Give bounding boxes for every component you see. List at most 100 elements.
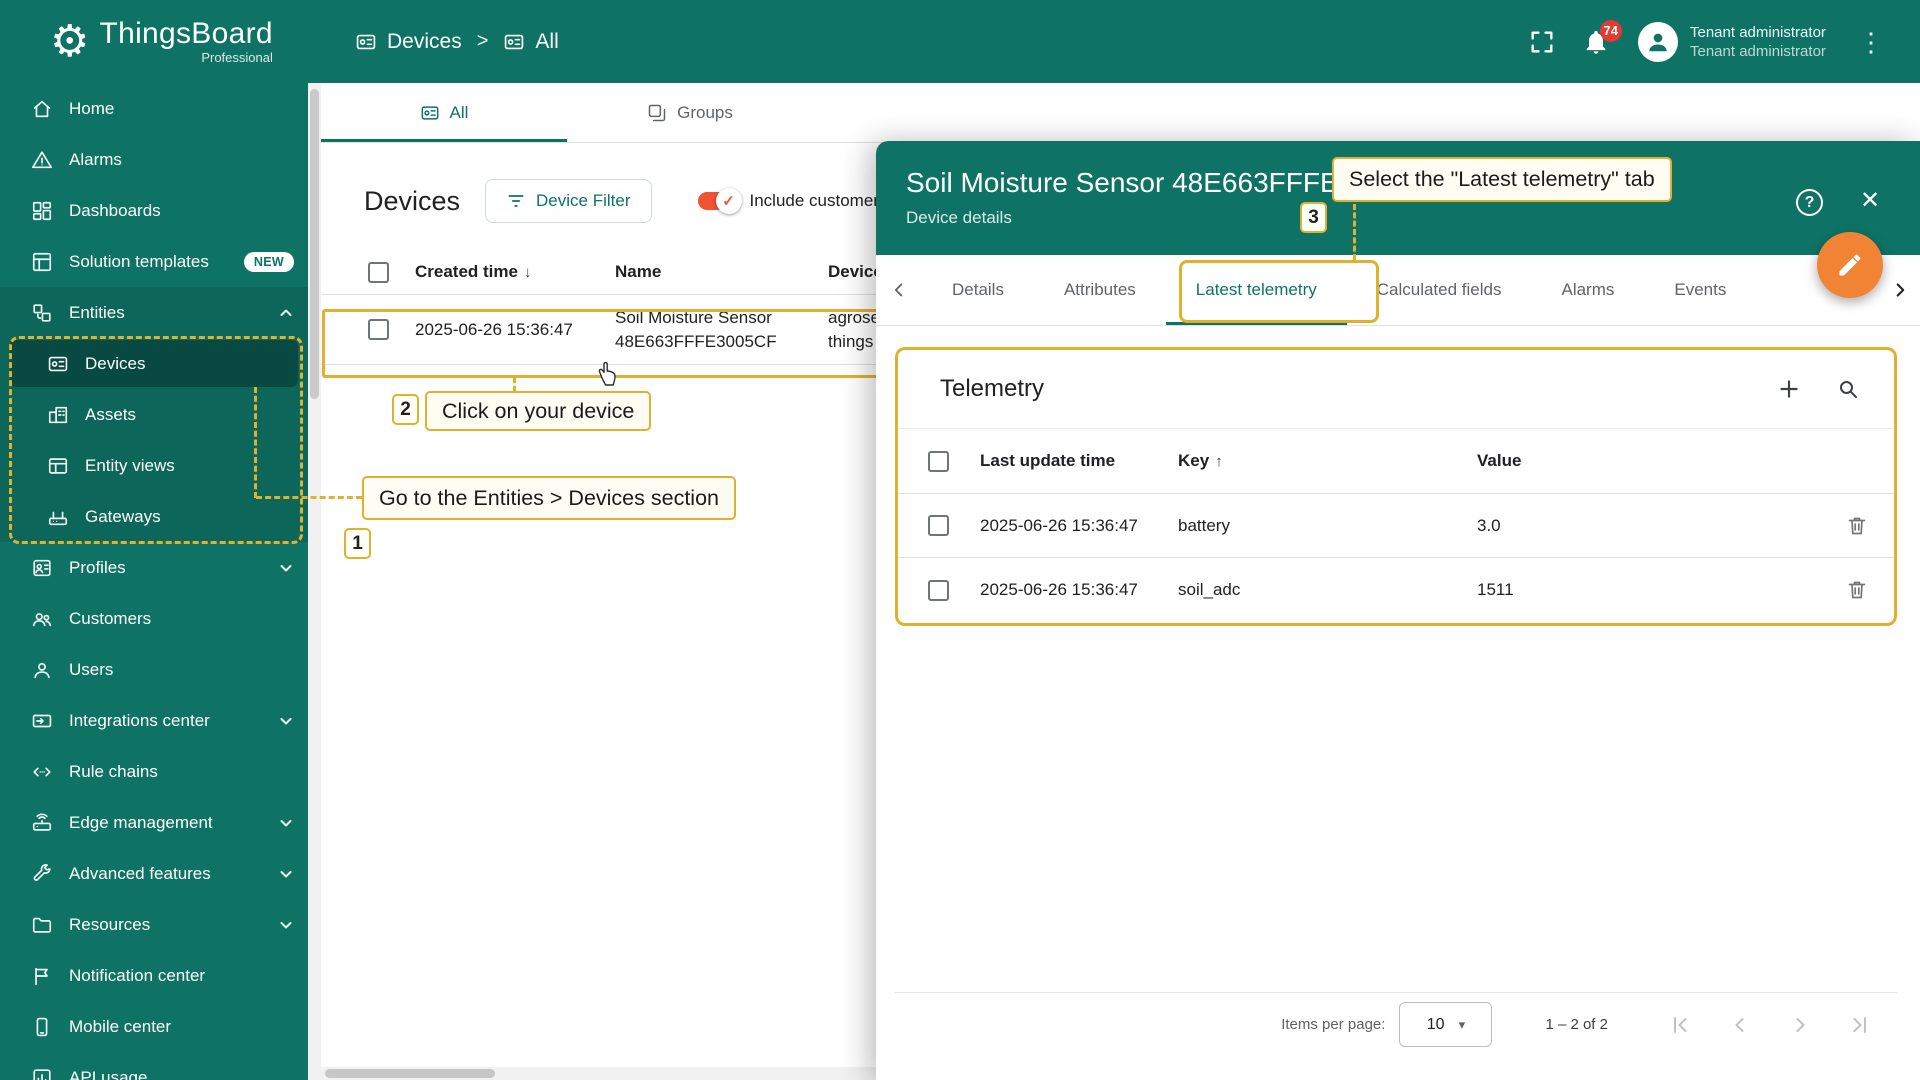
annotation-step-label: Go to the Entities > Devices section	[362, 476, 736, 520]
app-logo[interactable]: ⚙ ThingsBoard Professional	[0, 18, 308, 65]
sidebar-label: Entity views	[85, 455, 175, 475]
sidebar-item-rule-chains[interactable]: Rule chains	[0, 746, 308, 797]
chevron-right-icon	[1896, 283, 1905, 297]
entity-views-icon	[46, 454, 70, 478]
row-checkbox[interactable]	[368, 319, 389, 340]
horizontal-scrollbar[interactable]	[321, 1067, 876, 1080]
pencil-icon	[1839, 254, 1861, 276]
device-filter-button[interactable]: Device Filter	[485, 179, 652, 223]
items-per-page-label: Items per page:	[1281, 1016, 1386, 1033]
sidebar-item-alarms[interactable]: Alarms	[0, 134, 308, 185]
tab-groups-label: Groups	[677, 102, 733, 122]
notifications-button[interactable]: 74	[1582, 19, 1622, 56]
sidebar-item-home[interactable]: Home	[0, 83, 308, 134]
last-page-button[interactable]	[1848, 1013, 1872, 1037]
tab-latest-telemetry[interactable]: Latest telemetry	[1165, 255, 1347, 325]
sidebar-item-solution-templates[interactable]: Solution templates NEW	[0, 236, 308, 287]
add-telemetry-button[interactable]	[1776, 376, 1802, 402]
column-key[interactable]: Key ↑	[1178, 451, 1477, 471]
previous-page-button[interactable]	[1728, 1013, 1752, 1037]
edge-management-icon	[30, 811, 54, 835]
cell-value: 1511	[1477, 580, 1514, 599]
scrollbar-thumb[interactable]	[310, 89, 319, 399]
breadcrumb: Devices > All	[355, 30, 559, 54]
kebab-menu-icon[interactable]: ⋮	[1858, 29, 1884, 55]
customers-icon	[30, 607, 54, 631]
fullscreen-button[interactable]	[1528, 28, 1556, 56]
search-telemetry-button[interactable]	[1836, 377, 1860, 401]
sidebar-item-entities[interactable]: Entities	[0, 287, 308, 338]
cell-value: 3.0	[1477, 515, 1501, 535]
sidebar-label: Assets	[85, 404, 137, 424]
annotation-step-label: Select the "Latest telemetry" tab	[1332, 157, 1672, 202]
sidebar-group-entities: Entities Devices Assets Entity views Gat…	[0, 287, 308, 542]
column-last-update-time[interactable]: Last update time	[980, 451, 1178, 471]
warning-icon	[30, 148, 54, 172]
tab-calculated-fields[interactable]: Calculated fields	[1347, 255, 1532, 325]
integrations-icon	[30, 709, 54, 733]
avatar[interactable]	[1638, 21, 1678, 62]
include-customers-toggle[interactable]: ✓	[697, 188, 742, 214]
tabs-scroll-right-button[interactable]	[1880, 279, 1920, 301]
delete-button[interactable]	[1820, 514, 1894, 538]
select-all-checkbox[interactable]	[928, 450, 949, 472]
first-page-button[interactable]	[1668, 1013, 1692, 1037]
tab-details[interactable]: Details	[922, 255, 1034, 325]
sidebar-item-advanced-features[interactable]: Advanced features	[0, 848, 308, 899]
breadcrumb-devices[interactable]: Devices	[355, 30, 462, 54]
close-icon[interactable]: ✕	[1857, 188, 1883, 214]
telemetry-header-row: Last update time Key ↑ Value	[898, 428, 1894, 494]
sidebar-item-integrations-center[interactable]: Integrations center	[0, 695, 308, 746]
delete-button[interactable]	[1820, 578, 1894, 602]
tab-groups[interactable]: Groups	[567, 83, 813, 142]
sidebar-label: Gateways	[85, 506, 161, 526]
chevron-right-icon	[1796, 1017, 1805, 1032]
row-checkbox[interactable]	[928, 515, 949, 536]
sidebar-label: Edge management	[69, 812, 213, 832]
sidebar-label: Home	[69, 98, 115, 118]
column-value[interactable]: Value	[1477, 451, 1820, 471]
sidebar-item-edge-management[interactable]: Edge management	[0, 797, 308, 848]
column-created-time[interactable]: Created time ↓	[415, 262, 615, 282]
pager-buttons	[1668, 1013, 1872, 1037]
toggle-knob: ✓	[715, 188, 742, 214]
tab-all[interactable]: All	[321, 83, 567, 142]
plus-icon	[1780, 380, 1798, 398]
caret-down-icon: ▾	[1458, 1016, 1466, 1032]
column-name[interactable]: Name	[615, 262, 828, 282]
sort-asc-icon: ↑	[1215, 452, 1223, 470]
breadcrumb-all[interactable]: All	[503, 30, 559, 54]
sidebar-item-notification-center[interactable]: Notification center	[0, 950, 308, 1001]
sidebar-item-devices[interactable]: Devices	[10, 340, 298, 387]
tab-alarms[interactable]: Alarms	[1531, 255, 1644, 325]
sidebar-item-mobile-center[interactable]: Mobile center	[0, 1001, 308, 1052]
sidebar-item-users[interactable]: Users	[0, 644, 308, 695]
dashboards-icon	[30, 199, 54, 223]
user-info[interactable]: Tenant administrator Tenant administrato…	[1690, 23, 1842, 61]
tab-attributes[interactable]: Attributes	[1034, 255, 1166, 325]
row-checkbox[interactable]	[928, 579, 949, 601]
assets-icon	[46, 403, 70, 427]
next-page-button[interactable]	[1788, 1013, 1812, 1037]
sidebar-label: Resources	[69, 914, 151, 934]
sidebar-scrollbar[interactable]	[308, 83, 321, 1080]
edit-fab-button[interactable]	[1817, 232, 1883, 298]
sidebar-item-api-usage[interactable]: API usage	[0, 1052, 308, 1080]
telemetry-row[interactable]: 2025-06-26 15:36:47 soil_adc 1511	[898, 558, 1894, 622]
user-name: Tenant administrator	[1690, 23, 1826, 41]
telemetry-row[interactable]: 2025-06-26 15:36:47 battery 3.0	[898, 494, 1894, 558]
page-size-select[interactable]: 10 ▾	[1399, 1002, 1493, 1047]
sidebar-item-customers[interactable]: Customers	[0, 593, 308, 644]
filter-icon	[508, 195, 524, 207]
sidebar-item-profiles[interactable]: Profiles	[0, 542, 308, 593]
scrollbar-thumb[interactable]	[325, 1069, 495, 1078]
sidebar-item-resources[interactable]: Resources	[0, 899, 308, 950]
tab-events[interactable]: Events	[1644, 255, 1756, 325]
sidebar-item-entity-views[interactable]: Entity views	[0, 440, 308, 491]
help-icon[interactable]: ?	[1796, 189, 1823, 216]
chevron-left-icon	[1735, 1017, 1744, 1032]
select-all-checkbox[interactable]	[368, 261, 389, 283]
sidebar-item-dashboards[interactable]: Dashboards	[0, 185, 308, 236]
sidebar-item-assets[interactable]: Assets	[0, 389, 308, 440]
tabs-scroll-left-button[interactable]	[876, 279, 922, 301]
